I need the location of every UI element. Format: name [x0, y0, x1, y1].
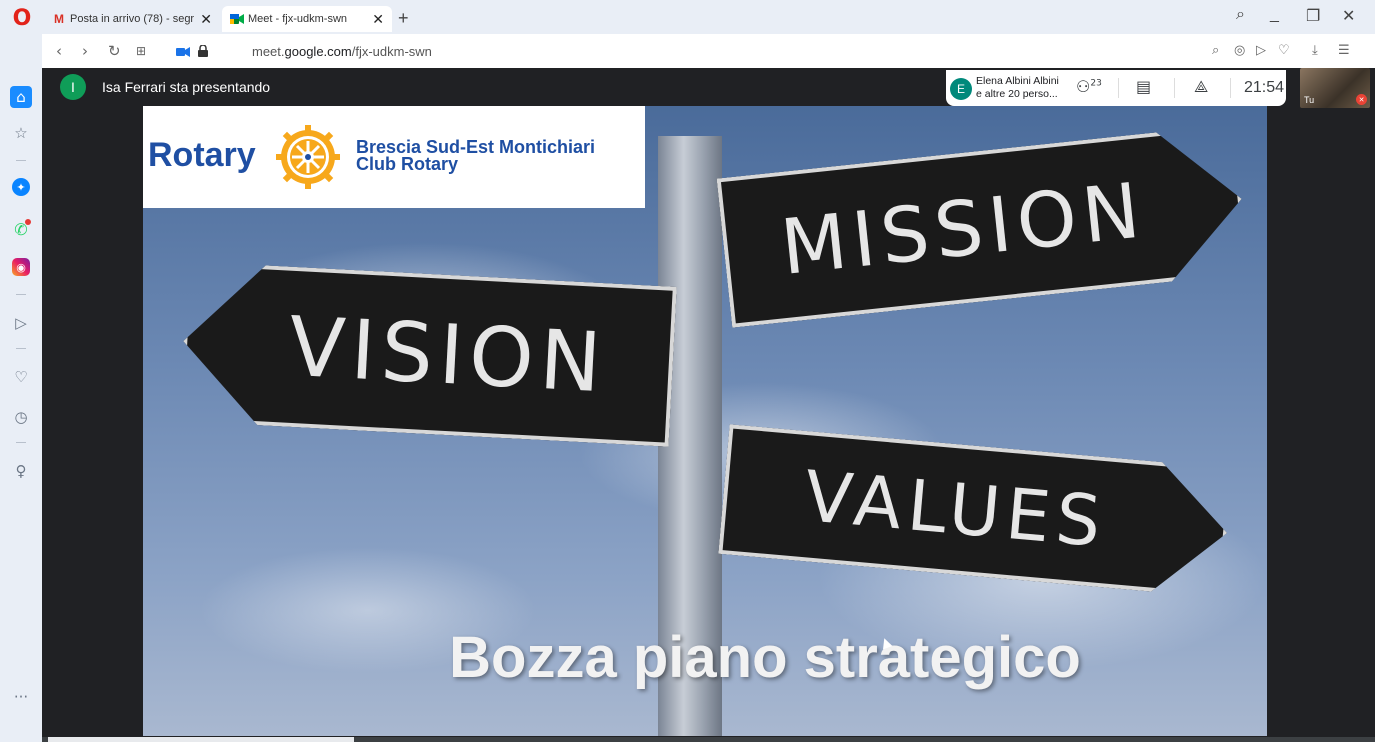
sign-vision: VISION [179, 261, 677, 446]
shapes-icon: ⟁ [1194, 77, 1209, 96]
club-name: Brescia Sud-Est Montichiari Club Rotary [356, 138, 595, 174]
rotary-wordmark: Rotary [148, 136, 256, 174]
tab-meet[interactable]: Meet - fjx-udkm-swn ✕ [222, 6, 392, 32]
star-icon[interactable]: ☆ [10, 122, 32, 144]
restore-button[interactable]: ❐ [1306, 6, 1320, 26]
url-domain: google.com [284, 44, 352, 59]
forward-button[interactable]: › [82, 42, 88, 60]
home-icon[interactable]: ⌂ [10, 86, 32, 108]
search-tabs-icon[interactable]: ⌕ [1236, 6, 1245, 24]
lock-icon[interactable] [198, 43, 208, 61]
meet-stage: I Isa Ferrari sta presentando E Elena Al… [42, 68, 1375, 742]
people-icon: ⚇ [1076, 77, 1091, 96]
send-icon[interactable]: ▷ [10, 312, 32, 334]
heart-icon[interactable]: ♡ [1278, 43, 1290, 58]
sidebar-divider [16, 160, 26, 161]
history-icon[interactable]: ◷ [10, 406, 32, 428]
more-icon[interactable]: ··· [10, 686, 32, 708]
participants-line1: Elena Albini Albini [976, 75, 1059, 87]
club-line2: Club Rotary [356, 154, 459, 174]
presentation-slide: MISSION VISION VALUES Rotary Brescia Sud… [143, 106, 1267, 736]
whatsapp-icon[interactable]: ✆ [10, 218, 32, 240]
heart-icon[interactable]: ♡ [10, 366, 32, 388]
easy-setup-icon[interactable]: ☰ [1338, 43, 1350, 58]
filmstrip-segment[interactable] [48, 737, 354, 742]
search-icon[interactable]: ⌕ [1212, 43, 1219, 58]
chat-icon: ▤ [1136, 77, 1152, 96]
opera-sidebar: ⌂ ☆ ✦ ✆ ◉ ▷ ♡ ◷ ♀ ··· [0, 34, 42, 742]
tab-title: Meet - fjx-udkm-swn [248, 13, 348, 25]
messenger-icon[interactable]: ✦ [12, 178, 30, 196]
sign-mission: MISSION [717, 124, 1250, 328]
sidebar-divider [16, 442, 26, 443]
sidebar-divider [16, 294, 26, 295]
divider [1230, 78, 1231, 98]
send-icon[interactable]: ▷ [1256, 43, 1266, 58]
opera-menu-icon[interactable]: O [10, 6, 34, 31]
speed-dial-icon[interactable]: ⊞ [136, 44, 146, 58]
presenter-label: Isa Ferrari sta presentando [102, 79, 271, 95]
tab-gmail[interactable]: M Posta in arrivo (78) - segret ✕ [44, 6, 220, 32]
filmstrip-bar [42, 737, 1375, 742]
sidebar-divider [16, 348, 26, 349]
self-label: Tu [1304, 95, 1315, 105]
reload-button[interactable]: ↻ [108, 42, 121, 60]
url-prefix: meet. [252, 44, 285, 59]
download-icon[interactable]: ⤓ [1312, 43, 1318, 58]
notification-dot [25, 219, 31, 225]
rotary-wheel-icon [276, 125, 340, 189]
participants-line2: e altre 20 perso... [976, 88, 1058, 100]
snapshot-icon[interactable]: ◎ [1234, 43, 1245, 58]
people-button[interactable]: ⚇23 [1076, 77, 1102, 96]
meet-icon [230, 13, 244, 25]
lightbulb-icon[interactable]: ♀ [10, 460, 32, 482]
camera-icon[interactable] [176, 43, 190, 61]
participants-summary[interactable]: Elena Albini Albini e altre 20 perso... [976, 75, 1059, 101]
self-video-tile[interactable]: Tu ✕ [1300, 68, 1370, 108]
close-tab-icon[interactable]: ✕ [372, 11, 384, 28]
clock: 21:54 [1244, 79, 1285, 96]
back-button[interactable]: ‹ [56, 42, 62, 60]
mic-off-icon: ✕ [1356, 94, 1367, 105]
url-path: /fjx-udkm-swn [351, 44, 432, 59]
sign-values: VALUES [718, 424, 1232, 598]
people-count: 23 [1090, 78, 1102, 89]
tab-title: Posta in arrivo (78) - segret [70, 13, 195, 25]
new-tab-button[interactable]: + [398, 8, 409, 29]
close-tab-icon[interactable]: ✕ [200, 11, 212, 28]
avatar: E [950, 78, 972, 100]
address-bar: ‹ › ↻ ⊞ meet.google.com/fjx-udkm-swn ⌕ ◎… [42, 34, 1375, 68]
minimize-button[interactable]: _ [1270, 6, 1279, 24]
rotary-logo: Rotary Brescia Sud-Est Montichiari Club … [143, 106, 645, 208]
url-field[interactable]: meet.google.com/fjx-udkm-swn [252, 44, 432, 59]
activities-button[interactable]: ⟁ [1194, 77, 1208, 97]
tab-bar: O M Posta in arrivo (78) - segret ✕ Meet… [0, 0, 1375, 34]
gmail-icon: M [54, 12, 64, 26]
divider [1118, 78, 1119, 98]
slide-title: Bozza piano strategico [449, 625, 1081, 690]
avatar: I [60, 74, 86, 100]
chat-button[interactable]: ▤ [1136, 77, 1151, 96]
instagram-icon[interactable]: ◉ [12, 258, 30, 276]
close-window-button[interactable]: ✕ [1342, 6, 1355, 26]
divider [1174, 78, 1175, 98]
meet-info-bar: E Elena Albini Albini e altre 20 perso..… [946, 70, 1286, 106]
